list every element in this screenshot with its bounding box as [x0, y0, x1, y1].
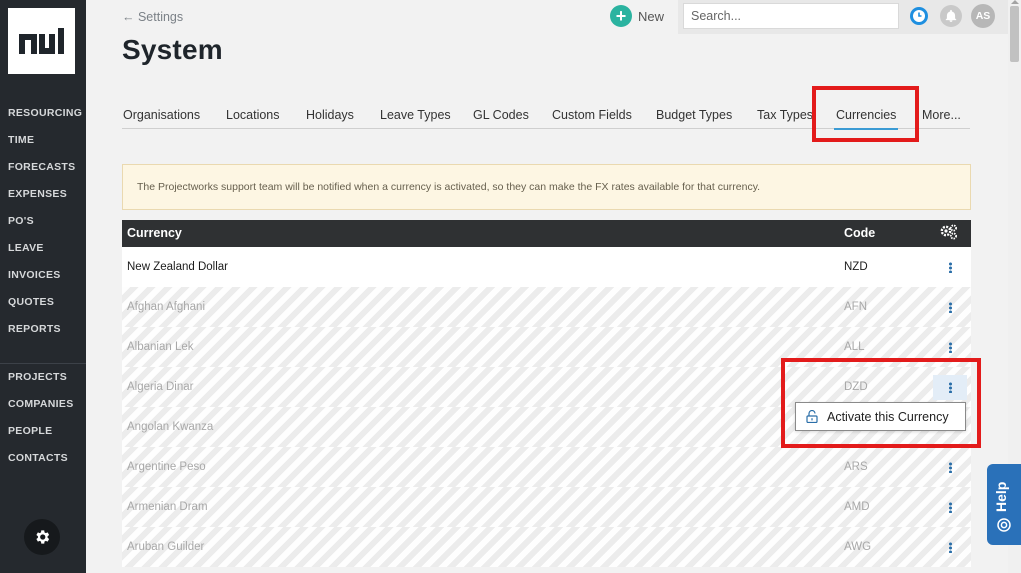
row-actions-kebab-icon[interactable] — [933, 295, 967, 320]
projectworks-logo[interactable] — [8, 8, 75, 74]
table-settings-gears-icon[interactable] — [940, 224, 958, 243]
sidebar-item-people[interactable]: PEOPLE — [0, 418, 86, 445]
new-button[interactable]: + New — [610, 5, 664, 27]
row-actions-kebab-icon[interactable] — [933, 335, 967, 360]
currency-code: ALL — [844, 341, 865, 353]
tab-glcodes[interactable]: GL Codes — [473, 108, 529, 122]
sidebar: RESOURCING TIME FORECASTS EXPENSES PO'S LEAVE… — [0, 0, 86, 573]
search-input[interactable] — [683, 3, 899, 29]
timer-clock-icon[interactable] — [909, 6, 929, 26]
sidebar-item-leave[interactable]: LEAVE — [0, 235, 86, 262]
tab-locations[interactable]: Locations — [226, 108, 280, 122]
currency-name: Afghan Afghani — [127, 301, 206, 313]
tab-holidays[interactable]: Holidays — [306, 108, 354, 122]
tab-customfields[interactable]: Custom Fields — [552, 108, 632, 122]
sidebar-item-projects[interactable]: PROJECTS — [0, 364, 86, 391]
currency-activation-notice: The Projectworks support team will be no… — [122, 164, 971, 210]
scrollbar-thumb[interactable] — [1010, 6, 1019, 62]
currency-name: Angolan Kwanza — [127, 421, 214, 433]
currency-name: Algeria Dinar — [127, 381, 194, 393]
highlight-activate-menu — [781, 358, 981, 448]
currency-name: Albanian Lek — [127, 341, 194, 353]
new-button-label: New — [638, 8, 665, 24]
gear-icon — [36, 530, 50, 544]
help-widget-button[interactable]: Help — [987, 464, 1021, 545]
sidebar-item-forecasts[interactable]: FORECASTS — [0, 154, 86, 181]
currency-name: Argentine Peso — [127, 461, 206, 473]
currency-code: ARS — [844, 461, 868, 473]
back-to-settings-link[interactable]: ← Settings — [122, 10, 183, 24]
notifications-bell-icon[interactable] — [940, 5, 962, 27]
help-label: Help — [993, 481, 1009, 512]
currency-code: AWG — [844, 541, 872, 553]
settings-gear-button[interactable] — [24, 519, 60, 555]
currency-code: AMD — [844, 501, 870, 513]
sidebar-item-companies[interactable]: COMPANIES — [0, 391, 86, 418]
lifebuoy-icon — [997, 518, 1011, 532]
tab-more[interactable]: More... — [922, 108, 961, 122]
row-actions-kebab-icon[interactable] — [933, 495, 967, 520]
scroll-up-arrow-icon[interactable] — [1011, 0, 1019, 4]
table-row: New Zealand Dollar NZD — [122, 247, 971, 287]
table-row: Aruban Guilder AWG — [122, 527, 971, 567]
column-header-currency: Currency — [127, 226, 182, 240]
currency-table-header: Currency Code — [122, 220, 971, 247]
row-actions-kebab-icon[interactable] — [933, 255, 967, 280]
table-row: Afghan Afghani AFN — [122, 287, 971, 327]
currency-name: New Zealand Dollar — [127, 261, 228, 273]
currency-name: Aruban Guilder — [127, 541, 205, 553]
row-actions-kebab-icon[interactable] — [933, 535, 967, 560]
currency-code: NZD — [844, 261, 868, 273]
sidebar-item-resourcing[interactable]: RESOURCING — [0, 100, 86, 127]
row-actions-kebab-icon[interactable] — [933, 455, 967, 480]
sidebar-item-quotes[interactable]: QUOTES — [0, 289, 86, 316]
tab-organisations[interactable]: Organisations — [123, 108, 200, 122]
currency-code: AFN — [844, 301, 867, 313]
primary-nav: RESOURCING TIME FORECASTS EXPENSES PO'S LEAVE… — [0, 100, 86, 343]
plus-icon: + — [610, 5, 632, 27]
table-row: Argentine Peso ARS — [122, 447, 971, 487]
sidebar-item-expenses[interactable]: EXPENSES — [0, 181, 86, 208]
table-row: Armenian Dram AMD — [122, 487, 971, 527]
tab-taxtypes[interactable]: Tax Types — [757, 108, 813, 122]
sidebar-item-reports[interactable]: REPORTS — [0, 316, 86, 343]
tab-budgettypes[interactable]: Budget Types — [656, 108, 732, 122]
currency-name: Armenian Dram — [127, 501, 208, 513]
sidebar-item-contacts[interactable]: CONTACTS — [0, 445, 86, 472]
column-header-code: Code — [844, 226, 876, 240]
sidebar-item-invoices[interactable]: INVOICES — [0, 262, 86, 289]
user-avatar[interactable]: AS — [971, 4, 995, 28]
highlight-currencies-tab — [812, 86, 919, 142]
sidebar-item-time[interactable]: TIME — [0, 127, 86, 154]
page-title: System — [122, 34, 223, 65]
sidebar-item-pos[interactable]: PO'S — [0, 208, 86, 235]
tab-leavetypes[interactable]: Leave Types — [380, 108, 451, 122]
secondary-nav: PROJECTS COMPANIES PEOPLE CONTACTS — [0, 363, 86, 472]
